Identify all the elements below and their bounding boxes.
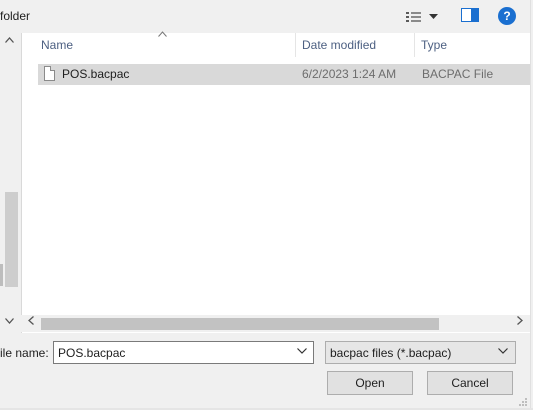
- file-type-select[interactable]: bacpac files (*.bacpac): [325, 341, 516, 364]
- new-folder-button[interactable]: folder: [0, 9, 30, 23]
- navigation-item-fragment: [0, 264, 3, 286]
- column-header-type-label: Type: [421, 38, 448, 52]
- file-type: BACPAC File: [422, 67, 494, 81]
- help-button[interactable]: ?: [498, 7, 516, 25]
- file-date-modified: 6/2/2023 1:24 AM: [302, 67, 397, 81]
- toolbar: [0, 0, 533, 33]
- cancel-button[interactable]: Cancel: [427, 371, 513, 395]
- scroll-right-icon[interactable]: [517, 316, 523, 328]
- view-options-icon: [406, 12, 421, 22]
- horizontal-scrollbar-thumb[interactable]: [41, 318, 439, 330]
- column-header-date-modified[interactable]: Date modified: [296, 33, 414, 57]
- column-header-type[interactable]: Type: [415, 33, 530, 57]
- chevron-down-icon[interactable]: [297, 345, 307, 357]
- scroll-up-icon[interactable]: [5, 35, 14, 46]
- column-header-date-label: Date modified: [302, 38, 377, 52]
- chevron-down-icon[interactable]: [498, 345, 508, 357]
- scroll-left-icon[interactable]: [28, 316, 34, 328]
- resize-grip-icon[interactable]: [519, 397, 528, 408]
- column-header-name-label: Name: [41, 38, 74, 52]
- scroll-down-icon[interactable]: [5, 316, 14, 327]
- sort-ascending-icon: [158, 29, 167, 40]
- open-button[interactable]: Open: [327, 371, 413, 395]
- file-name-label: ile name:: [0, 346, 49, 360]
- preview-pane-button[interactable]: [461, 8, 481, 26]
- navigation-scrollbar[interactable]: [3, 33, 19, 333]
- navigation-scrollbar-thumb[interactable]: [5, 192, 18, 287]
- chevron-down-icon: [429, 14, 438, 19]
- file-icon: [44, 66, 55, 81]
- file-name-input[interactable]: POS.bacpac: [53, 341, 314, 364]
- view-options-button[interactable]: [405, 8, 445, 26]
- preview-pane-icon: [461, 8, 479, 22]
- file-name: POS.bacpac: [62, 67, 130, 81]
